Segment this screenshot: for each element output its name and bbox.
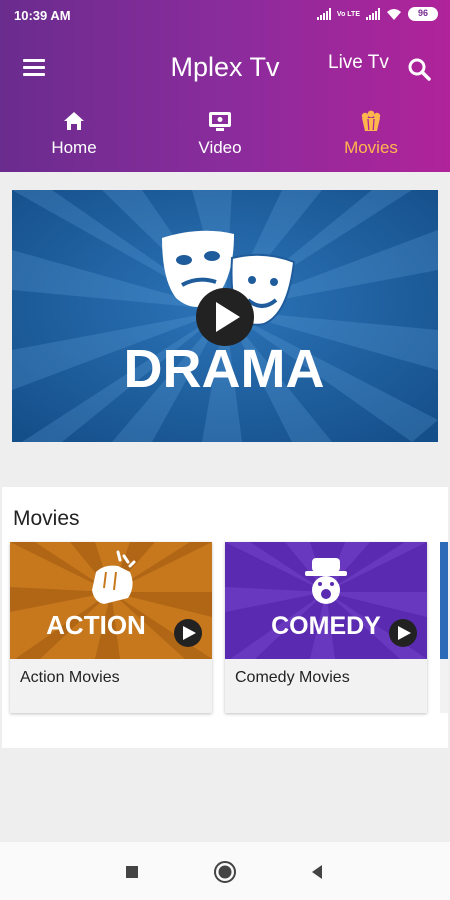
tab-video[interactable]: Video xyxy=(170,106,270,166)
status-icons: Vo LTE 96 xyxy=(316,7,438,21)
tab-home[interactable]: Home xyxy=(24,106,124,166)
signal-strength-2-icon xyxy=(366,8,380,20)
system-nav-bar xyxy=(0,842,450,900)
hero-title: DRAMA xyxy=(124,339,325,399)
comedy-thumbnail: COMEDY xyxy=(225,542,427,659)
app-bar: Mplex Tv Live Tv xyxy=(0,40,450,96)
play-icon xyxy=(196,288,254,346)
movies-section: Movies ACTION Action Movies COMEDY Comed… xyxy=(2,487,448,748)
battery-indicator: 96 xyxy=(408,7,438,21)
status-time: 10:39 AM xyxy=(14,8,71,23)
comedy-thumb-text: COMEDY xyxy=(271,612,381,640)
status-bar: 10:39 AM Vo LTE 96 xyxy=(0,0,450,32)
card-label: Action Movies xyxy=(20,669,120,686)
tab-video-label: Video xyxy=(198,138,242,157)
app-header: 10:39 AM Vo LTE 96 Mplex Tv Live Tv Home… xyxy=(0,0,450,172)
movie-card-action[interactable]: ACTION Action Movies xyxy=(10,542,212,713)
home-icon xyxy=(64,112,84,130)
wifi-icon xyxy=(387,8,401,20)
play-icon xyxy=(174,619,202,647)
featured-banner-drama[interactable]: DRAMA xyxy=(12,190,438,442)
tab-bar: Home Video Movies xyxy=(0,106,450,166)
popcorn-icon xyxy=(361,110,381,131)
home-circle-icon[interactable] xyxy=(213,860,237,884)
search-icon[interactable] xyxy=(404,54,436,86)
tab-movies-label: Movies xyxy=(344,138,398,157)
movie-card-partial[interactable] xyxy=(440,542,448,713)
action-thumbnail: ACTION xyxy=(10,542,212,659)
tab-movies[interactable]: Movies xyxy=(321,106,421,166)
network-label: Vo LTE xyxy=(336,10,360,18)
signal-strength-icon xyxy=(316,8,331,20)
partial-thumbnail xyxy=(440,542,448,659)
recents-square-icon[interactable] xyxy=(120,860,144,884)
tv-video-icon xyxy=(209,112,231,131)
movie-card-comedy[interactable]: COMEDY Comedy Movies xyxy=(225,542,427,713)
card-label: Comedy Movies xyxy=(235,669,350,686)
section-title: Movies xyxy=(13,507,80,530)
tab-home-label: Home xyxy=(51,138,97,157)
live-tv-button[interactable]: Live Tv xyxy=(328,52,389,74)
play-icon xyxy=(389,619,417,647)
action-thumb-text: ACTION xyxy=(46,610,146,640)
back-triangle-icon[interactable] xyxy=(305,860,329,884)
